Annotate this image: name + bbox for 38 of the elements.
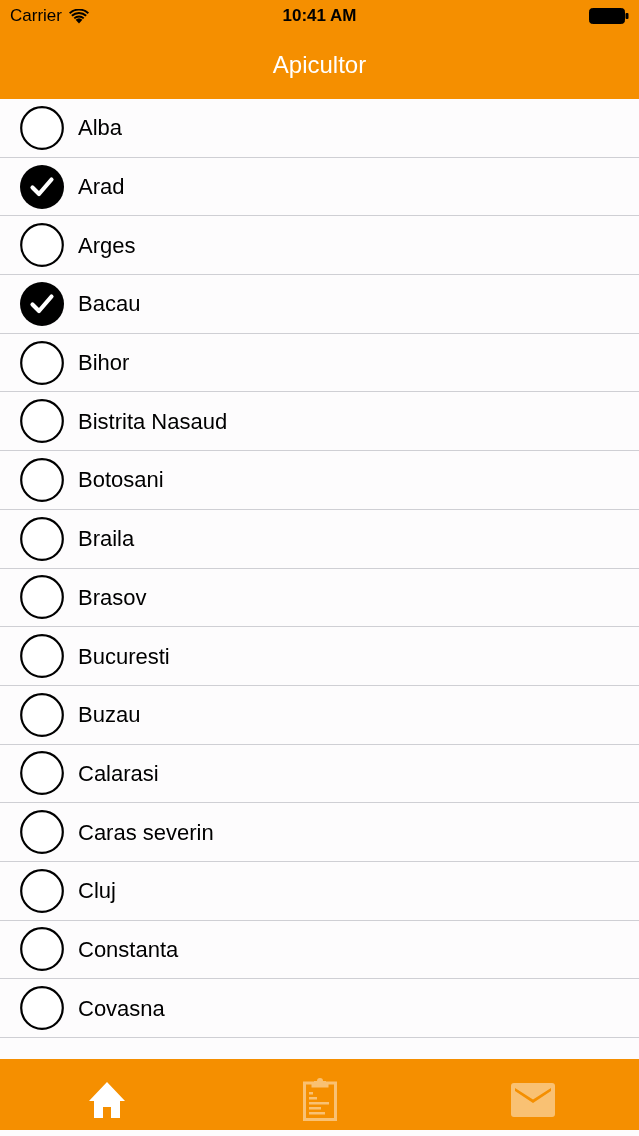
empty-circle-icon[interactable] [20, 868, 64, 913]
empty-circle-icon[interactable] [20, 457, 64, 502]
carrier-label: Carrier [10, 5, 62, 28]
empty-circle-icon[interactable] [20, 516, 64, 561]
county-label: Cluj [78, 877, 116, 906]
empty-circle-icon[interactable] [20, 751, 64, 796]
empty-circle-icon[interactable] [20, 399, 64, 444]
county-label: Buzau [78, 701, 141, 730]
checked-circle-icon[interactable] [20, 164, 64, 209]
checked-circle-icon[interactable] [20, 281, 64, 326]
empty-circle-icon[interactable] [20, 575, 64, 620]
county-label: Caras severin [78, 818, 214, 847]
empty-circle-icon[interactable] [20, 634, 64, 679]
county-label: Brasov [78, 583, 147, 612]
county-label: Arad [78, 173, 125, 202]
battery-icon [589, 8, 629, 24]
empty-circle-icon[interactable] [20, 810, 64, 855]
county-label: Braila [78, 525, 135, 554]
empty-circle-icon[interactable] [20, 223, 64, 268]
county-label: Bistrita Nasaud [78, 407, 228, 436]
county-label: Bihor [78, 349, 130, 378]
empty-circle-icon[interactable] [20, 105, 64, 150]
county-label: Alba [78, 114, 123, 143]
clock-label: 10:41 AM [282, 5, 357, 28]
empty-circle-icon[interactable] [20, 927, 64, 972]
wifi-icon [68, 8, 89, 24]
county-label: Calarasi [78, 759, 159, 788]
county-label: Arges [78, 231, 136, 260]
county-label: Covasna [78, 994, 165, 1023]
county-label: Botosani [78, 466, 164, 495]
county-label: Constanta [78, 935, 179, 964]
empty-circle-icon[interactable] [20, 986, 64, 1031]
county-label: Bacau [78, 290, 141, 319]
empty-circle-icon[interactable] [20, 692, 64, 737]
nav-title: Apicultor [272, 49, 367, 80]
county-label: Bucuresti [78, 642, 170, 671]
empty-circle-icon[interactable] [20, 340, 64, 385]
clipboard-icon[interactable] [302, 1078, 337, 1121]
